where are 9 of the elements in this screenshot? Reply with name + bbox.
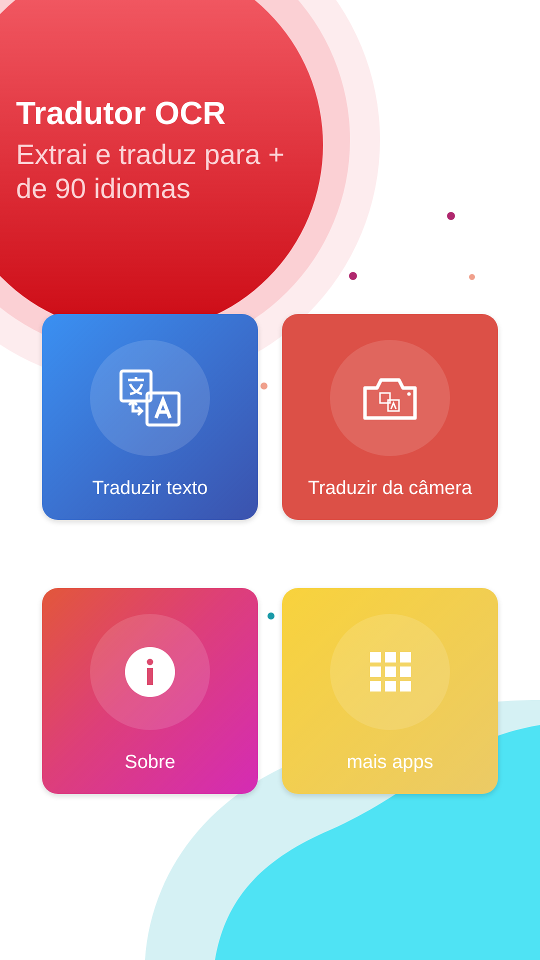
menu-tile[interactable]: Sobre <box>42 588 258 794</box>
apps-grid-icon <box>370 652 410 692</box>
menu-tile[interactable]: Traduzir texto <box>42 314 258 520</box>
translate-icon <box>119 369 181 427</box>
menu-tile[interactable]: Traduzir da câmera <box>282 314 498 520</box>
app-title: Tradutor OCR <box>16 94 227 132</box>
info-icon <box>125 647 175 697</box>
app-subtitle: Extrai e traduz para + de 90 idiomas <box>16 138 286 206</box>
camera-translate-icon <box>361 376 419 420</box>
